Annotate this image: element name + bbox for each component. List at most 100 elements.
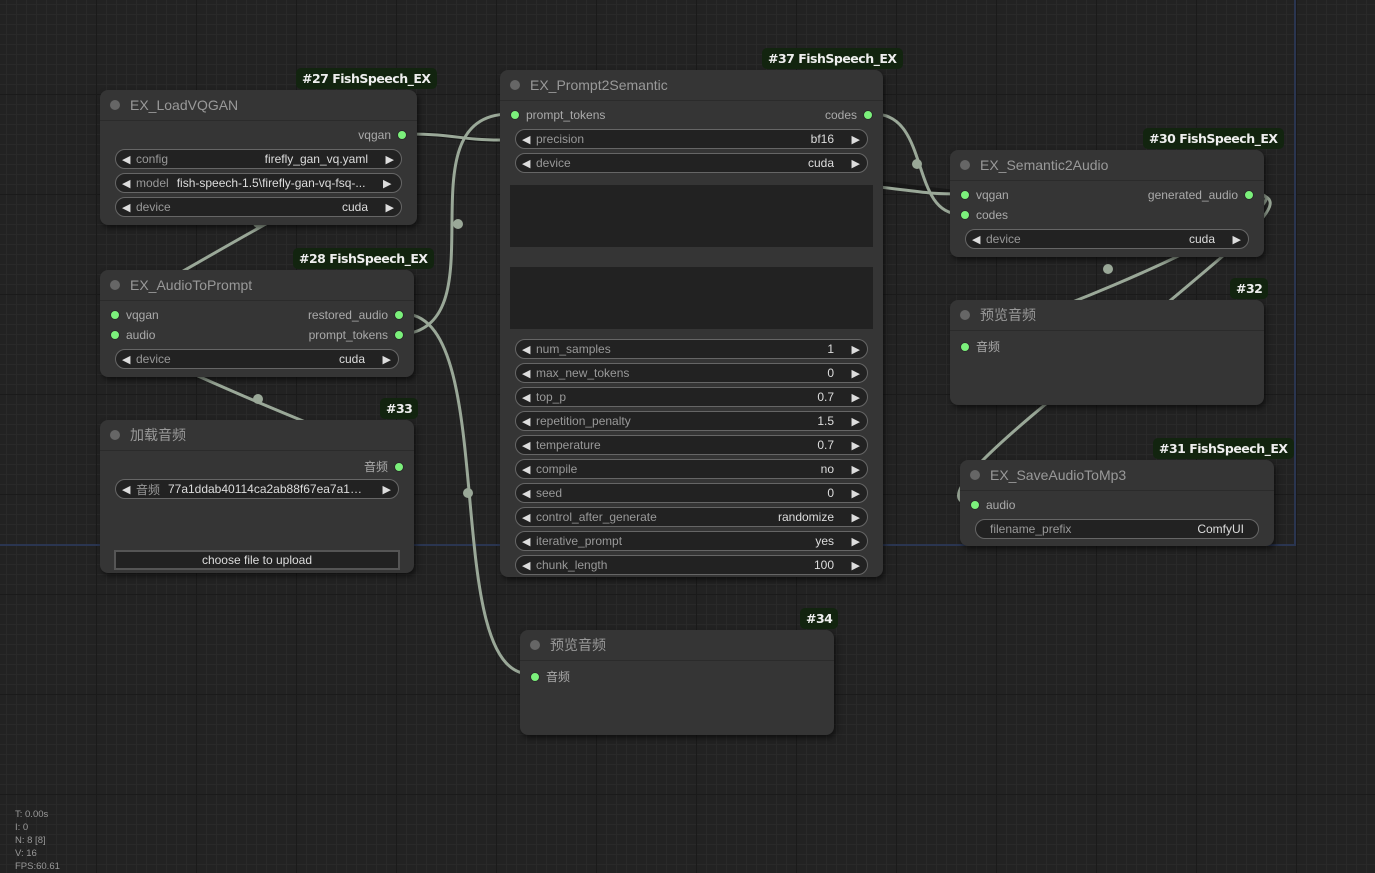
arrow-left-icon[interactable]: ◀ (522, 343, 534, 356)
input-slot-audio[interactable]: audio (110, 328, 155, 342)
slot-dot[interactable] (510, 110, 520, 120)
collapse-dot-icon[interactable] (530, 640, 540, 650)
collapse-dot-icon[interactable] (960, 160, 970, 170)
slot-dot[interactable] (1244, 190, 1254, 200)
arrow-left-icon[interactable]: ◀ (122, 177, 134, 190)
arrow-right-icon[interactable]: ▶ (848, 415, 860, 428)
arrow-left-icon[interactable]: ◀ (972, 233, 984, 246)
arrow-right-icon[interactable]: ▶ (379, 353, 391, 366)
collapse-dot-icon[interactable] (110, 100, 120, 110)
widget-iterative-prompt[interactable]: ◀ iterative_prompt yes ▶ (515, 531, 868, 551)
arrow-left-icon[interactable]: ◀ (522, 439, 534, 452)
arrow-right-icon[interactable]: ▶ (848, 487, 860, 500)
widget-max-new-tokens[interactable]: ◀ max_new_tokens 0 ▶ (515, 363, 868, 383)
widget-temperature[interactable]: ◀ temperature 0.7 ▶ (515, 435, 868, 455)
combo-widget-device[interactable]: ◀ device cuda ▶ (115, 349, 399, 369)
combo-widget-model[interactable]: ◀ model fish-speech-1.5\firefly-gan-vq-fsq… (115, 173, 402, 193)
widget-control-after-generate[interactable]: ◀ control_after_generate randomize ▶ (515, 507, 868, 527)
node-header[interactable]: 预览音频 (520, 630, 834, 661)
text-input-1[interactable] (510, 185, 873, 247)
arrow-right-icon[interactable]: ▶ (848, 367, 860, 380)
combo-widget-device[interactable]: ◀ device cuda ▶ (115, 197, 402, 217)
node-header[interactable]: EX_LoadVQGAN (100, 90, 417, 121)
arrow-right-icon[interactable]: ▶ (848, 391, 860, 404)
arrow-right-icon[interactable]: ▶ (382, 201, 394, 214)
arrow-left-icon[interactable]: ◀ (522, 391, 534, 404)
slot-dot[interactable] (394, 461, 404, 472)
collapse-dot-icon[interactable] (110, 430, 120, 440)
widget-repetition-penalty[interactable]: ◀ repetition_penalty 1.5 ▶ (515, 411, 868, 431)
input-slot-audio[interactable]: audio (970, 498, 1015, 512)
arrow-right-icon[interactable]: ▶ (848, 463, 860, 476)
input-slot-audio[interactable]: 音频 (530, 668, 570, 685)
widget-chunk-length[interactable]: ◀ chunk_length 100 ▶ (515, 555, 868, 575)
arrow-left-icon[interactable]: ◀ (522, 559, 534, 572)
arrow-left-icon[interactable]: ◀ (122, 483, 134, 496)
arrow-left-icon[interactable]: ◀ (122, 201, 134, 214)
node-header[interactable]: EX_Prompt2Semantic (500, 70, 883, 101)
node-header[interactable]: EX_Semantic2Audio (950, 150, 1264, 181)
slot-dot[interactable] (397, 130, 407, 140)
slot-dot[interactable] (960, 190, 970, 200)
text-widget-filename-prefix[interactable]: filename_prefix ComfyUI (975, 519, 1259, 539)
arrow-left-icon[interactable]: ◀ (522, 133, 534, 146)
node-semantic2audio[interactable]: EX_Semantic2Audio vqgan generated_audio … (950, 150, 1264, 257)
slot-dot[interactable] (960, 341, 970, 352)
slot-dot[interactable] (530, 671, 540, 682)
combo-widget-audio-file[interactable]: ◀ 音频 77a1ddab40114ca2ab88f67ea7a1c... ▶ (115, 479, 399, 499)
text-input-2[interactable] (510, 267, 873, 329)
arrow-left-icon[interactable]: ◀ (522, 463, 534, 476)
arrow-right-icon[interactable]: ▶ (1229, 233, 1241, 246)
combo-widget-precision[interactable]: ◀ precision bf16 ▶ (515, 129, 868, 149)
output-slot-audio[interactable]: 音频 (364, 458, 404, 475)
slot-dot[interactable] (863, 110, 873, 120)
slot-dot[interactable] (110, 310, 120, 320)
node-load-audio[interactable]: 加载音频 音频 ◀ 音频 77a1ddab40114ca2ab88f67ea7a1c… (100, 420, 414, 573)
arrow-right-icon[interactable]: ▶ (848, 157, 860, 170)
arrow-left-icon[interactable]: ◀ (522, 415, 534, 428)
arrow-right-icon[interactable]: ▶ (848, 535, 860, 548)
slot-dot[interactable] (394, 310, 404, 320)
arrow-left-icon[interactable]: ◀ (522, 511, 534, 524)
widget-num-samples[interactable]: ◀ num_samples 1 ▶ (515, 339, 868, 359)
arrow-left-icon[interactable]: ◀ (522, 535, 534, 548)
output-slot-vqgan[interactable]: vqgan (358, 128, 407, 142)
node-preview-audio-32[interactable]: 预览音频 音频 (950, 300, 1264, 405)
slot-dot[interactable] (394, 330, 404, 340)
arrow-right-icon[interactable]: ▶ (379, 177, 391, 190)
node-header[interactable]: EX_AudioToPrompt (100, 270, 414, 301)
widget-compile[interactable]: ◀ compile no ▶ (515, 459, 868, 479)
arrow-left-icon[interactable]: ◀ (522, 157, 534, 170)
arrow-right-icon[interactable]: ▶ (848, 133, 860, 146)
node-prompt2semantic[interactable]: EX_Prompt2Semantic prompt_tokens codes ◀… (500, 70, 883, 577)
node-preview-audio-34[interactable]: 预览音频 音频 (520, 630, 834, 735)
node-load-vqgan[interactable]: EX_LoadVQGAN vqgan ◀ config firefly_gan_vq… (100, 90, 417, 225)
arrow-right-icon[interactable]: ▶ (379, 483, 391, 496)
node-header[interactable]: 加载音频 (100, 420, 414, 451)
arrow-right-icon[interactable]: ▶ (848, 343, 860, 356)
slot-dot[interactable] (960, 210, 970, 220)
collapse-dot-icon[interactable] (960, 310, 970, 320)
arrow-left-icon[interactable]: ◀ (122, 353, 134, 366)
arrow-left-icon[interactable]: ◀ (122, 153, 134, 166)
slot-dot[interactable] (110, 330, 120, 340)
combo-widget-device[interactable]: ◀ device cuda ▶ (515, 153, 868, 173)
node-header[interactable]: 预览音频 (950, 300, 1264, 331)
output-slot-prompt-tokens[interactable]: prompt_tokens (309, 328, 404, 342)
collapse-dot-icon[interactable] (110, 280, 120, 290)
input-slot-prompt-tokens[interactable]: prompt_tokens (510, 108, 605, 122)
arrow-left-icon[interactable]: ◀ (522, 367, 534, 380)
arrow-right-icon[interactable]: ▶ (848, 559, 860, 572)
output-slot-generated-audio[interactable]: generated_audio (1148, 188, 1254, 202)
slot-dot[interactable] (970, 500, 980, 510)
node-header[interactable]: EX_SaveAudioToMp3 (960, 460, 1274, 491)
combo-widget-config[interactable]: ◀ config firefly_gan_vq.yaml ▶ (115, 149, 402, 169)
input-slot-vqgan[interactable]: vqgan (960, 188, 1009, 202)
widget-top-p[interactable]: ◀ top_p 0.7 ▶ (515, 387, 868, 407)
collapse-dot-icon[interactable] (510, 80, 520, 90)
arrow-left-icon[interactable]: ◀ (522, 487, 534, 500)
output-slot-restored-audio[interactable]: restored_audio (308, 308, 404, 322)
node-save-audio-mp3[interactable]: EX_SaveAudioToMp3 audio filename_prefix C… (960, 460, 1274, 546)
combo-widget-device[interactable]: ◀ device cuda ▶ (965, 229, 1249, 249)
output-slot-codes[interactable]: codes (825, 108, 873, 122)
